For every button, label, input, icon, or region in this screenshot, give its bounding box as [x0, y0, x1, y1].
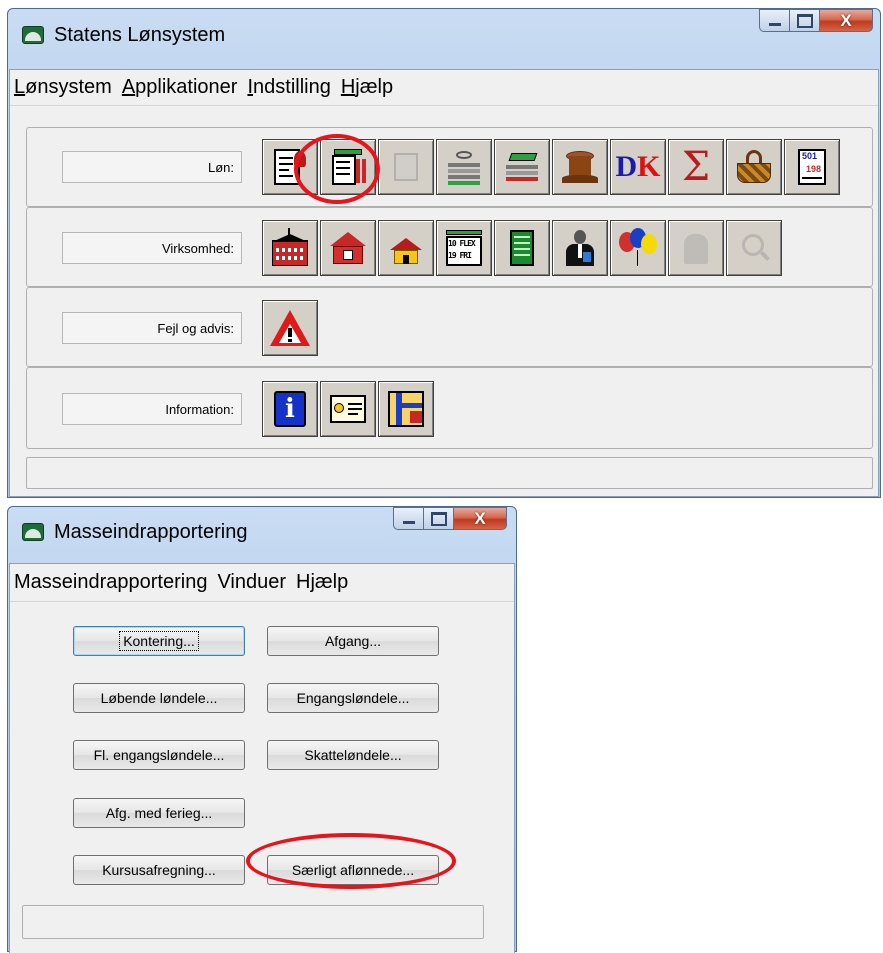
row-label-information: Information:: [62, 393, 242, 425]
loebende-loendele-button[interactable]: Løbende løndele...: [73, 683, 245, 713]
calendar-501-icon: 501 198: [792, 147, 832, 187]
building-red-icon: [328, 228, 368, 268]
app-icon: [22, 26, 44, 44]
minimize-button-masse[interactable]: [393, 507, 424, 530]
afgang-button[interactable]: Afgang...: [267, 626, 439, 656]
virksomhed-button-6[interactable]: [552, 220, 608, 276]
row-fejl-og-advis: Fejl og advis:: [26, 287, 873, 367]
masseindrapportering-window: Masseindrapportering X Masseindrapporter…: [7, 506, 517, 953]
tree-stump-icon: [560, 147, 600, 187]
loen-button-6[interactable]: [552, 139, 608, 195]
maximize-button[interactable]: [790, 9, 820, 32]
menu-lonsystem[interactable]: Lønsystem: [14, 76, 112, 99]
skatteloendele-button[interactable]: Skatteløndele...: [267, 740, 439, 770]
menu-bar-masse: Masseindrapportering Vinduer Hjælp: [10, 564, 514, 602]
loen-document-icon: [270, 147, 310, 187]
calendar-bottom-number: 198: [806, 164, 822, 174]
sigma-icon: Σ: [681, 144, 711, 190]
loen-button-2[interactable]: [320, 139, 376, 195]
engangsloendele-button[interactable]: Engangsløndele...: [267, 683, 439, 713]
row-information: Information: i: [26, 367, 873, 449]
menu-vinduer[interactable]: Vinduer: [217, 571, 286, 594]
house-yellow-icon: [386, 228, 426, 268]
fri-text: 19 FRI: [448, 251, 472, 260]
loen-button-10[interactable]: 501 198: [784, 139, 840, 195]
menu-hjaelp[interactable]: Hjælp: [341, 76, 393, 99]
row-label-fejl-og-advis: Fejl og advis:: [62, 312, 242, 344]
row-label-virksomhed: Virksomhed:: [62, 232, 242, 264]
info-icon: i: [270, 389, 310, 429]
warning-icon: [270, 308, 310, 348]
document-window-icon: [328, 389, 368, 429]
fl-engangsloendele-button[interactable]: Fl. engangsløndele...: [73, 740, 245, 770]
close-button-masse[interactable]: X: [454, 507, 507, 530]
row-virksomhed: Virksomhed: 10 FLEX 19 FRI: [26, 207, 873, 287]
saerligt-afloennede-button[interactable]: Særligt aflønnede...: [267, 855, 439, 885]
loen-disabled-icon: [386, 147, 426, 187]
loen-button-1[interactable]: [262, 139, 318, 195]
window-title: Statens Lønsystem: [54, 23, 226, 46]
disabled-search-icon: [734, 228, 774, 268]
fejl-og-advis-button[interactable]: [262, 300, 318, 356]
virksomhed-button-8[interactable]: [668, 220, 724, 276]
caption-buttons: X: [759, 9, 873, 32]
map-icon: [386, 389, 426, 429]
loen-button-5[interactable]: [494, 139, 550, 195]
window-title-masse: Masseindrapportering: [54, 520, 248, 543]
loen-button-8[interactable]: Σ: [668, 139, 724, 195]
main-client-area: Lønsystem Applikationer Indstilling Hjæl…: [9, 69, 879, 497]
basket-icon: [734, 147, 774, 187]
menu-masseindrapportering[interactable]: Masseindrapportering: [14, 571, 207, 594]
loen-button-9[interactable]: [726, 139, 782, 195]
virksomhed-button-1[interactable]: [262, 220, 318, 276]
loen-button-7[interactable]: DK: [610, 139, 666, 195]
statens-lonsystem-window: Statens Lønsystem X Lønsystem Applikatio…: [7, 8, 881, 498]
minimize-button[interactable]: [759, 9, 790, 32]
person-suit-icon: [560, 228, 600, 268]
app-icon-masse: [22, 523, 44, 541]
virksomhed-button-7[interactable]: [610, 220, 666, 276]
close-button[interactable]: X: [820, 9, 873, 32]
flex-text: 10 FLEX: [448, 239, 476, 248]
masse-status-bar: [22, 905, 484, 939]
virksomhed-button-3[interactable]: [378, 220, 434, 276]
kursusafregning-button[interactable]: Kursusafregning...: [73, 855, 245, 885]
maximize-button-masse[interactable]: [424, 507, 454, 530]
row-loen: Løn: DK Σ 501 198: [26, 127, 873, 207]
information-button-2[interactable]: [320, 381, 376, 437]
virksomhed-button-5[interactable]: [494, 220, 550, 276]
loen-button-3[interactable]: [378, 139, 434, 195]
stack-icon: [444, 147, 484, 187]
calendar-top-number: 501: [802, 151, 818, 161]
row-label-loen: Løn:: [62, 151, 242, 183]
menu-applikationer[interactable]: Applikationer: [122, 76, 238, 99]
kontering-button[interactable]: Kontering...: [73, 626, 245, 656]
building-red-large-icon: [270, 228, 310, 268]
green-stack-icon: [502, 147, 542, 187]
dk-text: DK: [615, 150, 661, 183]
dk-icon: DK: [615, 147, 661, 187]
menu-bar: Lønsystem Applikationer Indstilling Hjæl…: [10, 70, 878, 106]
caption-buttons-masse: X: [393, 507, 507, 530]
virksomhed-button-9[interactable]: [726, 220, 782, 276]
flex-fri-icon: 10 FLEX 19 FRI: [444, 228, 484, 268]
afg-med-ferieg-button[interactable]: Afg. med ferieg...: [73, 798, 245, 828]
loen-list-icon: [328, 147, 368, 187]
menu-hjaelp-masse[interactable]: Hjælp: [296, 571, 348, 594]
information-button-3[interactable]: [378, 381, 434, 437]
title-bar-masse[interactable]: Masseindrapportering X: [8, 507, 516, 557]
information-button-1[interactable]: i: [262, 381, 318, 437]
virksomhed-button-4[interactable]: 10 FLEX 19 FRI: [436, 220, 492, 276]
kontering-label: Kontering...: [119, 631, 199, 651]
masse-client-area: Masseindrapportering Vinduer Hjælp Konte…: [9, 563, 515, 953]
virksomhed-button-2[interactable]: [320, 220, 376, 276]
menu-indstilling[interactable]: Indstilling: [247, 76, 330, 99]
loen-button-4[interactable]: [436, 139, 492, 195]
green-sheet-icon: [502, 228, 542, 268]
balloons-icon: [618, 228, 658, 268]
main-status-bar: [26, 457, 873, 489]
title-bar[interactable]: Statens Lønsystem X: [8, 9, 880, 61]
disabled-person-icon: [676, 228, 716, 268]
